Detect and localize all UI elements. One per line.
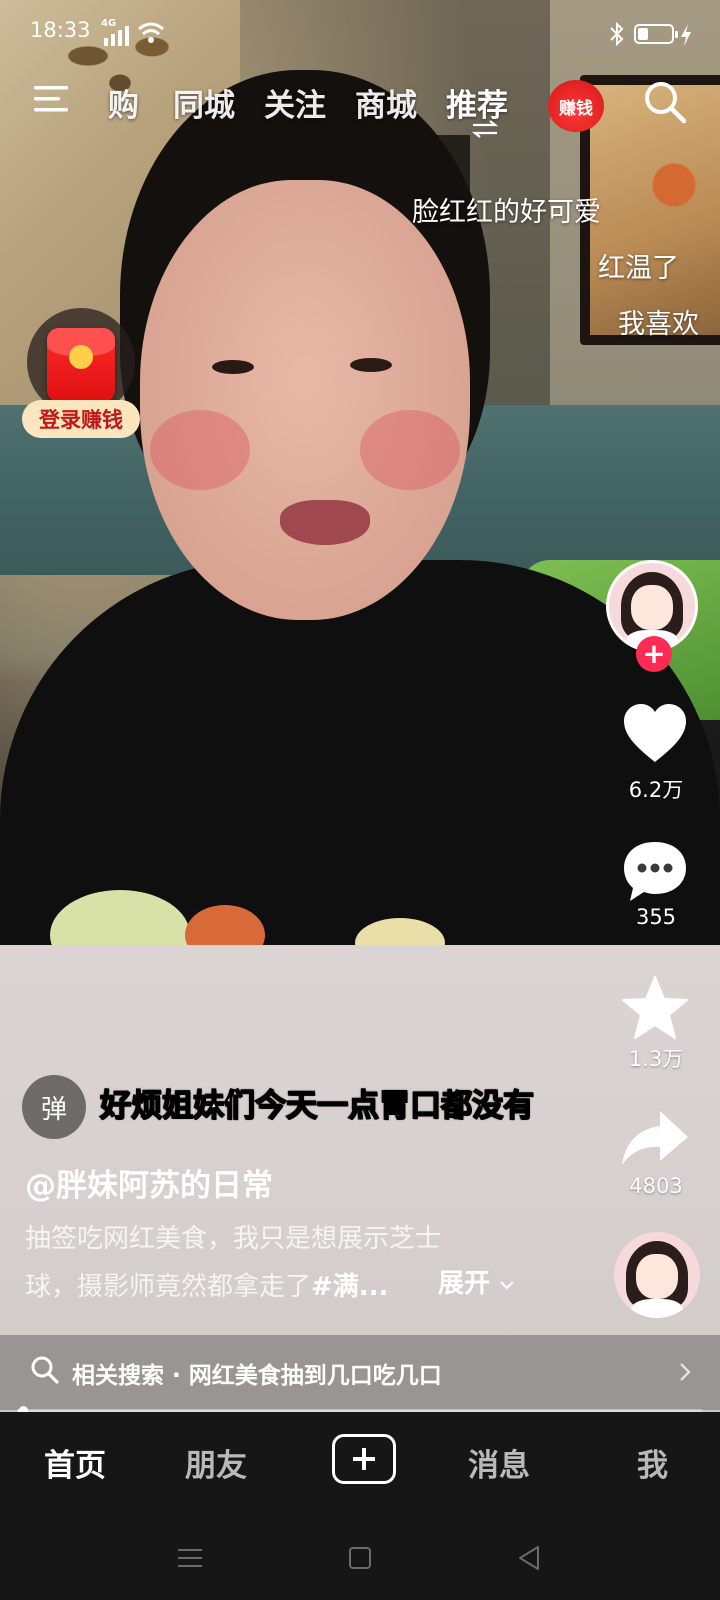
chevron-down-icon (500, 1280, 514, 1290)
create-post-button[interactable] (332, 1434, 396, 1484)
bottom-nav: 首页 朋友 消息 我 (0, 1412, 720, 1512)
avatar-face (636, 1254, 678, 1300)
favorite-star-icon[interactable] (620, 974, 690, 1044)
description-line-1: 抽签吃网红美食，我只是想展示芝士 (25, 1224, 442, 1254)
nav-friends[interactable]: 朋友 (185, 1440, 247, 1485)
menu-icon[interactable] (32, 82, 72, 116)
description-text: 球，摄影师竟然都拿走了 (25, 1272, 312, 1302)
danmaku-comment: 红温了 (598, 253, 679, 284)
follow-button[interactable]: + (636, 636, 672, 672)
recent-apps-icon[interactable] (176, 1544, 204, 1572)
login-earn-label: 登录赚钱 (22, 400, 140, 438)
comment-icon[interactable] (620, 838, 690, 908)
related-search-bar[interactable]: 相关搜索 · 网红美食抽到几口吃几口 (0, 1335, 720, 1410)
hashtag[interactable]: #满... (311, 1272, 388, 1302)
tab-local[interactable]: 同城 (173, 80, 235, 125)
video-player[interactable] (0, 0, 720, 1420)
tab-shopping[interactable]: 购 (108, 80, 139, 125)
signal-icon (104, 26, 129, 46)
author-name[interactable]: @胖妹阿苏的日常 (25, 1160, 273, 1205)
earn-money-badge[interactable]: 赚钱 (548, 80, 604, 132)
person (120, 70, 490, 670)
swap-icon[interactable] (470, 119, 500, 139)
avatar-face (631, 585, 673, 631)
nav-messages[interactable]: 消息 (468, 1440, 530, 1485)
tab-mall[interactable]: 商城 (355, 80, 417, 125)
mouth (280, 500, 370, 545)
system-nav-bar (0, 1512, 720, 1600)
charging-icon (681, 24, 691, 46)
cheek (150, 410, 250, 490)
expand-button[interactable]: 展开 (438, 1263, 515, 1300)
like-icon[interactable] (620, 700, 690, 770)
nav-me[interactable]: 我 (637, 1440, 668, 1485)
bluetooth-icon (610, 22, 624, 46)
danmaku-toggle-button[interactable]: 弹 (22, 1075, 86, 1139)
tab-following[interactable]: 关注 (264, 80, 326, 125)
expand-label: 展开 (438, 1269, 491, 1299)
plus-icon (353, 1448, 375, 1470)
search-icon[interactable] (643, 80, 687, 124)
wifi-icon (138, 22, 164, 43)
music-disc-avatar[interactable] (614, 1232, 700, 1318)
status-bar: 18:33 4G (0, 0, 720, 72)
share-count: 4803 (629, 1174, 683, 1198)
top-nav: 购 同城 关注 商城 推荐 赚钱 (0, 72, 720, 142)
person-face (140, 180, 470, 620)
danmaku-comment: 我喜欢 (618, 309, 699, 340)
comment-count: 355 (635, 905, 677, 929)
like-count: 6.2万 (628, 778, 684, 802)
back-triangle-icon[interactable] (516, 1544, 544, 1572)
login-earn-widget[interactable]: 登录赚钱 (22, 308, 142, 438)
status-time: 18:33 (30, 18, 91, 42)
eye (350, 358, 392, 372)
video-subtitle: 好烦姐妹们今天一点胃口都没有 (99, 1087, 535, 1125)
red-packet-icon (47, 328, 115, 402)
danmaku-comment: 脸红红的好可爱 (412, 197, 601, 228)
share-icon[interactable] (620, 1105, 690, 1175)
chevron-right-icon (680, 1363, 691, 1381)
battery-icon (634, 24, 678, 44)
related-search-text: 相关搜索 · 网红美食抽到几口吃几口 (72, 1363, 442, 1389)
cheek (360, 410, 460, 490)
avatar-body (631, 1299, 683, 1318)
nav-home[interactable]: 首页 (44, 1440, 106, 1485)
search-icon (31, 1356, 59, 1384)
home-square-icon[interactable] (346, 1544, 374, 1572)
favorite-count: 1.3万 (628, 1047, 684, 1071)
eye (212, 360, 254, 374)
